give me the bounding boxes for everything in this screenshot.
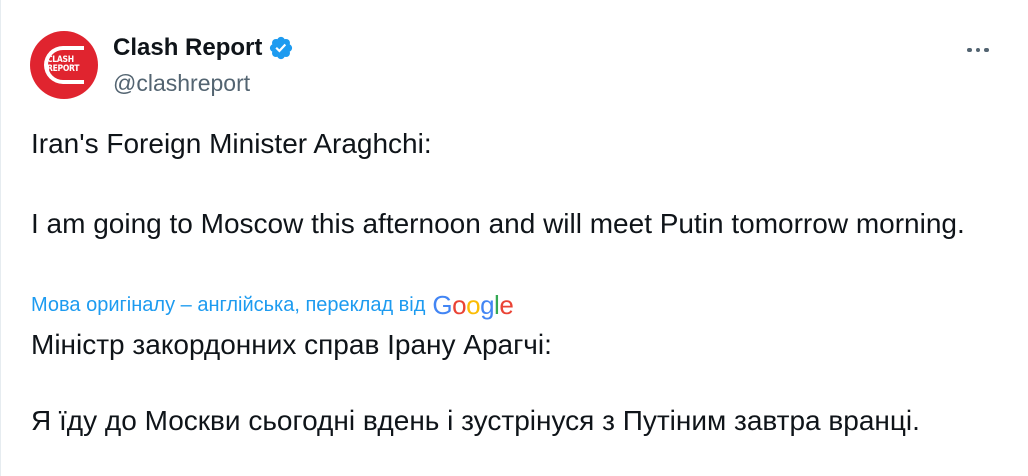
translated-text-line: Міністр закордонних справ Ірану Арагчі: xyxy=(31,329,552,360)
avatar-logo-text: CLASH REPORT xyxy=(47,56,91,74)
author-name-row: Clash Report xyxy=(113,33,294,63)
more-horizontal-icon-dot xyxy=(975,47,981,53)
more-horizontal-icon-dot xyxy=(984,47,989,53)
translated-text: Міністр закордонних справ Ірану Арагчі: … xyxy=(31,325,1011,441)
avatar[interactable]: CLASH REPORT xyxy=(30,31,98,99)
show-original-link[interactable]: Мова оригіналу – англійська, переклад ві… xyxy=(31,290,425,320)
author-handle[interactable]: @clashreport xyxy=(113,68,250,98)
translation-attribution: Мова оригіналу – англійська, переклад ві… xyxy=(31,288,514,322)
google-logo: Google xyxy=(432,290,514,320)
tweet-text: Iran's Foreign Minister Araghchi: I am g… xyxy=(31,124,991,244)
avatar-logo-line2: REPORT xyxy=(47,64,80,74)
verified-badge-icon[interactable] xyxy=(268,35,294,61)
tweet-card: CLASH REPORT Clash Report @clashreport I… xyxy=(0,0,1028,476)
translated-text-line: Я їду до Москви сьогодні вдень і зустрін… xyxy=(31,405,920,436)
author-display-name[interactable]: Clash Report xyxy=(113,33,262,63)
more-horizontal-icon xyxy=(967,47,972,53)
more-options-button[interactable] xyxy=(956,36,1000,64)
tweet-text-line: I am going to Moscow this afternoon and … xyxy=(31,208,965,239)
tweet-text-line: Iran's Foreign Minister Araghchi: xyxy=(31,128,432,159)
